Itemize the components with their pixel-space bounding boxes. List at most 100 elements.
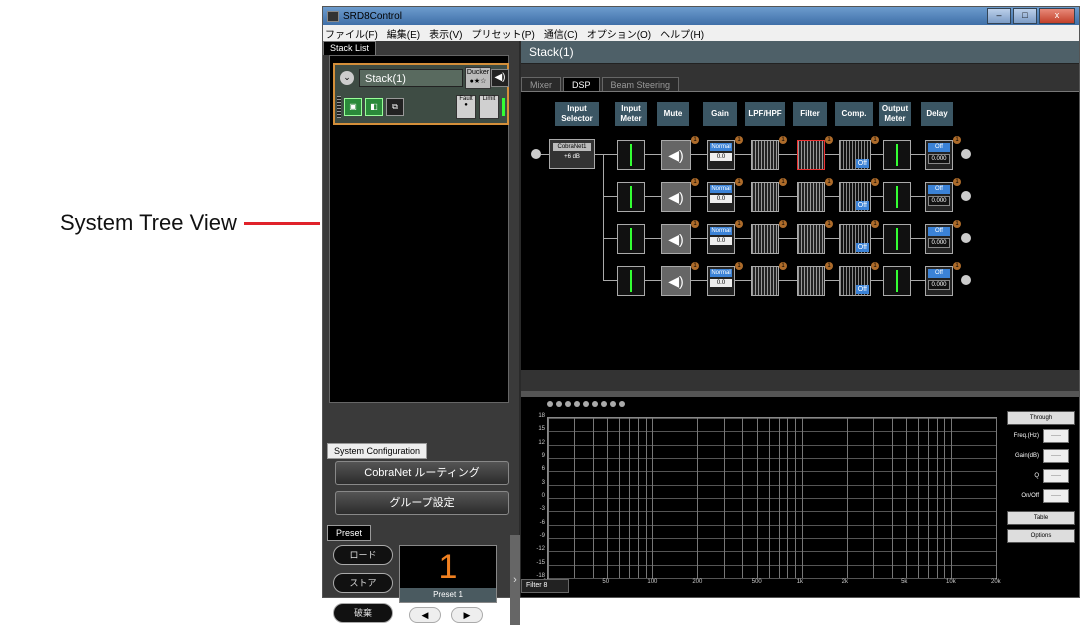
discard-button[interactable]: 破棄 [333, 603, 393, 623]
freq-field[interactable]: ----- [1043, 429, 1069, 443]
table-button[interactable]: Table [1007, 511, 1075, 525]
menu-communication[interactable]: 通信(C) [544, 26, 578, 41]
menu-help[interactable]: ヘルプ(H) [660, 26, 704, 41]
mute-speaker-icon[interactable]: ◀) [661, 182, 691, 212]
gain-control[interactable]: Normal 0.0 [707, 224, 735, 254]
band-dot[interactable] [601, 401, 607, 407]
onoff-field[interactable]: ----- [1043, 489, 1069, 503]
gain-value[interactable]: 0.0 [710, 237, 732, 245]
filter-block[interactable] [797, 266, 825, 296]
band-dot[interactable] [547, 401, 553, 407]
collapse-chevron-icon[interactable]: › [510, 535, 520, 625]
comp-block[interactable]: Off [839, 266, 871, 296]
delay-value[interactable]: 0.000 [928, 280, 950, 290]
comp-block[interactable]: Off [839, 182, 871, 212]
lpf-hpf-block[interactable] [751, 224, 779, 254]
gain-mode[interactable]: Normal [710, 143, 732, 151]
gain-value[interactable]: 0.0 [710, 195, 732, 203]
output-node[interactable] [961, 275, 971, 285]
gain-control[interactable]: Normal 0.0 [707, 266, 735, 296]
menu-preset[interactable]: プリセット(P) [471, 26, 534, 41]
input-selector-button[interactable]: CobraNet1 [553, 143, 591, 151]
input-selector[interactable]: CobraNet1 +6 dB [549, 139, 595, 169]
gain-control[interactable]: Normal 0.0 [707, 182, 735, 212]
tab-system-configuration[interactable]: System Configuration [327, 443, 428, 459]
lpf-hpf-block[interactable] [751, 182, 779, 212]
band-dot[interactable] [610, 401, 616, 407]
speaker-group-icon[interactable]: ▣ [344, 98, 362, 116]
delay-control[interactable]: Off 0.000 [925, 266, 953, 296]
delay-off[interactable]: Off [928, 227, 950, 236]
gain-mode[interactable]: Normal [710, 227, 732, 235]
delay-value[interactable]: 0.000 [928, 238, 950, 248]
comp-off[interactable]: Off [855, 285, 869, 294]
gain-value[interactable]: 0.0 [710, 279, 732, 287]
band-dot[interactable] [574, 401, 580, 407]
close-button[interactable]: x [1039, 8, 1075, 24]
output-node[interactable] [961, 233, 971, 243]
delay-value[interactable]: 0.000 [928, 196, 950, 206]
tab-preset[interactable]: Preset [327, 525, 372, 541]
band-dot[interactable] [619, 401, 625, 407]
output-node[interactable] [961, 191, 971, 201]
stack-name[interactable]: Stack(1) [359, 69, 463, 87]
band-dot[interactable] [592, 401, 598, 407]
mute-speaker-icon[interactable]: ◀) [661, 266, 691, 296]
delay-off[interactable]: Off [928, 269, 950, 278]
menu-edit[interactable]: 編集(E) [387, 26, 420, 41]
delay-off[interactable]: Off [928, 143, 950, 152]
comp-block[interactable]: Off [839, 140, 871, 170]
mute-speaker-icon[interactable]: ◀) [661, 140, 691, 170]
filter-type-select[interactable]: Through [1007, 411, 1075, 425]
speaker-icon[interactable]: ◀) [491, 69, 509, 87]
filter-band-dots[interactable] [547, 401, 625, 407]
filter-block[interactable] [797, 224, 825, 254]
delay-control[interactable]: Off 0.000 [925, 140, 953, 170]
band-dot[interactable] [556, 401, 562, 407]
comp-off[interactable]: Off [855, 159, 869, 168]
delay-control[interactable]: Off 0.000 [925, 224, 953, 254]
grip-handle[interactable] [337, 96, 341, 118]
gain-value[interactable]: 0.0 [710, 153, 732, 161]
mute-speaker-icon[interactable]: ◀) [661, 224, 691, 254]
options-select[interactable]: Options [1007, 529, 1075, 543]
preset-prev-button[interactable]: ◀ [409, 607, 441, 623]
frequency-response-plot[interactable] [547, 417, 997, 579]
maximize-button[interactable]: □ [1013, 8, 1037, 24]
gain-field[interactable]: ----- [1043, 449, 1069, 463]
minimize-button[interactable]: ‒ [987, 8, 1011, 24]
cobranet-icon[interactable]: ⧉ [386, 98, 404, 116]
lpf-hpf-block[interactable] [751, 140, 779, 170]
load-button[interactable]: ロード [333, 545, 393, 565]
speaker-icon-2[interactable]: ◧ [365, 98, 383, 116]
comp-off[interactable]: Off [855, 201, 869, 210]
gain-mode[interactable]: Normal [710, 185, 732, 193]
band-dot[interactable] [583, 401, 589, 407]
delay-off[interactable]: Off [928, 185, 950, 194]
comp-block[interactable]: Off [839, 224, 871, 254]
delay-control[interactable]: Off 0.000 [925, 182, 953, 212]
menu-options[interactable]: オプション(O) [587, 26, 651, 41]
delay-value[interactable]: 0.000 [928, 154, 950, 164]
menu-file[interactable]: ファイル(F) [325, 26, 378, 41]
band-dot[interactable] [565, 401, 571, 407]
gain-mode[interactable]: Normal [710, 269, 732, 277]
ducker-button[interactable]: Ducker ●★☆ [465, 67, 491, 89]
group-settings-button[interactable]: グループ設定 [335, 491, 509, 515]
lpf-hpf-block[interactable] [751, 266, 779, 296]
q-field[interactable]: ----- [1043, 469, 1069, 483]
filter-block[interactable] [797, 140, 825, 170]
comp-off[interactable]: Off [855, 243, 869, 252]
input-node[interactable] [531, 149, 541, 159]
tab-stack-list[interactable]: Stack List [323, 41, 377, 55]
preset-next-button[interactable]: ▶ [451, 607, 483, 623]
output-node[interactable] [961, 149, 971, 159]
stack-card[interactable]: ⌄ Stack(1) Ducker ●★☆ ◀) ▣ ◧ ⧉ Fault ● Lim… [333, 63, 509, 125]
panel-splitter[interactable] [521, 391, 1079, 397]
filter-block[interactable] [797, 182, 825, 212]
gain-control[interactable]: Normal 0.0 [707, 140, 735, 170]
store-button[interactable]: ストア [333, 573, 393, 593]
chevron-down-icon[interactable]: ⌄ [340, 71, 354, 85]
menu-view[interactable]: 表示(V) [429, 26, 462, 41]
cobranet-routing-button[interactable]: CobraNet ルーティング [335, 461, 509, 485]
